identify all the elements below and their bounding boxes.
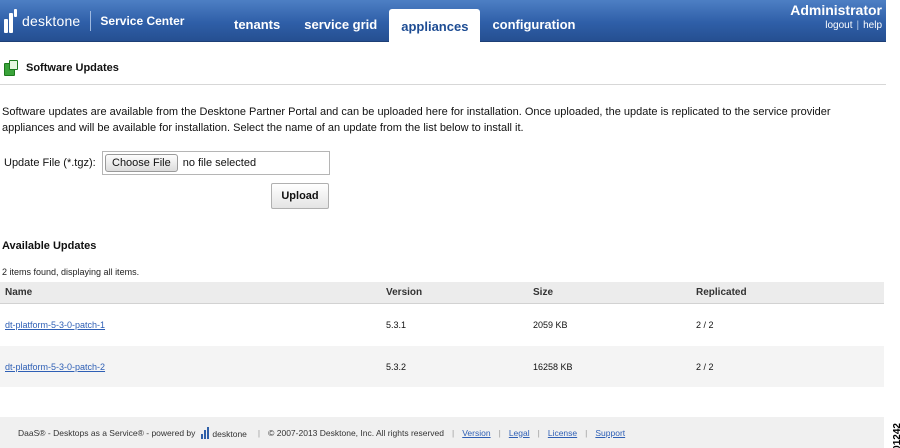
column-header-size[interactable]: Size [533, 287, 696, 298]
footer-link-legal[interactable]: Legal [509, 428, 530, 438]
user-links: logout | help [790, 20, 882, 31]
items-count: 2 items found, displaying all items. [2, 267, 140, 277]
footer-link-support[interactable]: Support [595, 428, 625, 438]
available-updates-title: Available Updates [2, 240, 97, 252]
column-header-replicated[interactable]: Replicated [696, 287, 882, 298]
footer-separator: | [498, 427, 501, 438]
table-row: dt-platform-5-3-0-patch-1 5.3.1 2059 KB … [0, 304, 884, 346]
update-name-cell: dt-platform-5-3-0-patch-1 [0, 320, 386, 330]
column-header-name[interactable]: Name [0, 287, 386, 298]
footer-logo-text: desktone [212, 428, 247, 439]
updates-table: Name Version Size Replicated dt-platform… [0, 282, 884, 388]
update-name-link[interactable]: dt-platform-5-3-0-patch-1 [5, 320, 105, 330]
update-version-cell: 5.3.2 [386, 361, 407, 372]
main-tabs: tenants service grid appliances configur… [222, 6, 587, 43]
update-name-link[interactable]: dt-platform-5-3-0-patch-2 [5, 362, 105, 372]
footer-logo: desktone [201, 426, 247, 439]
page-footer: DaaS® - Desktops as a Service® - powered… [0, 417, 884, 448]
help-link[interactable]: help [863, 20, 882, 31]
tab-configuration[interactable]: configuration [480, 6, 587, 42]
footer-powered-text: DaaS® - Desktops as a Service® - powered… [18, 427, 196, 438]
footer-separator: | [452, 427, 455, 438]
brand[interactable]: desktone Service Center [4, 6, 184, 36]
footer-link-version[interactable]: Version [462, 428, 490, 438]
update-size-cell: 16258 KB [533, 361, 573, 372]
footer-copyright: © 2007-2013 Desktone, Inc. All rights re… [268, 427, 445, 438]
package-update-icon [4, 60, 18, 76]
choose-file-button[interactable]: Choose File [105, 154, 178, 172]
footer-link-license[interactable]: License [548, 428, 577, 438]
table-row: dt-platform-5-3-0-patch-2 5.3.2 16258 KB… [0, 346, 884, 388]
tab-appliances[interactable]: appliances [389, 9, 481, 43]
tab-tenants[interactable]: tenants [222, 6, 292, 42]
footer-logo-icon [201, 433, 204, 439]
file-status-text: no file selected [182, 157, 257, 169]
update-version-cell: 5.3.1 [386, 319, 407, 330]
top-navigation-bar: desktone Service Center tenants service … [0, 0, 886, 43]
footer-separator: | [257, 427, 261, 438]
product-name: Service Center [100, 14, 185, 28]
upload-button[interactable]: Upload [271, 183, 329, 209]
intro-text: Software updates are available from the … [2, 106, 831, 134]
footer-separator: | [537, 427, 540, 438]
update-file-input[interactable]: Choose File no file selected [102, 151, 330, 175]
user-name: Administrator [790, 2, 882, 18]
tab-service-grid[interactable]: service grid [292, 6, 389, 42]
figure-id: 301242 [892, 423, 900, 448]
update-name-cell: dt-platform-5-3-0-patch-2 [0, 362, 386, 372]
user-link-separator: | [856, 20, 860, 31]
update-replicated-cell: 2 / 2 [696, 319, 714, 330]
update-size-cell: 2059 KB [533, 319, 568, 330]
table-header: Name Version Size Replicated [0, 282, 884, 304]
update-file-label: Update File (*.tgz): [4, 157, 96, 169]
user-menu: Administrator logout | help [790, 2, 882, 31]
update-replicated-cell: 2 / 2 [696, 361, 714, 372]
section-header: Software Updates [4, 60, 119, 76]
brand-name: desktone [22, 13, 81, 29]
footer-separator: | [585, 427, 588, 438]
brand-divider [90, 11, 92, 31]
section-title: Software Updates [26, 62, 119, 74]
logout-link[interactable]: logout [825, 20, 852, 31]
desktone-logo-icon [4, 9, 18, 33]
column-header-version[interactable]: Version [386, 287, 533, 298]
section-divider [0, 84, 886, 85]
